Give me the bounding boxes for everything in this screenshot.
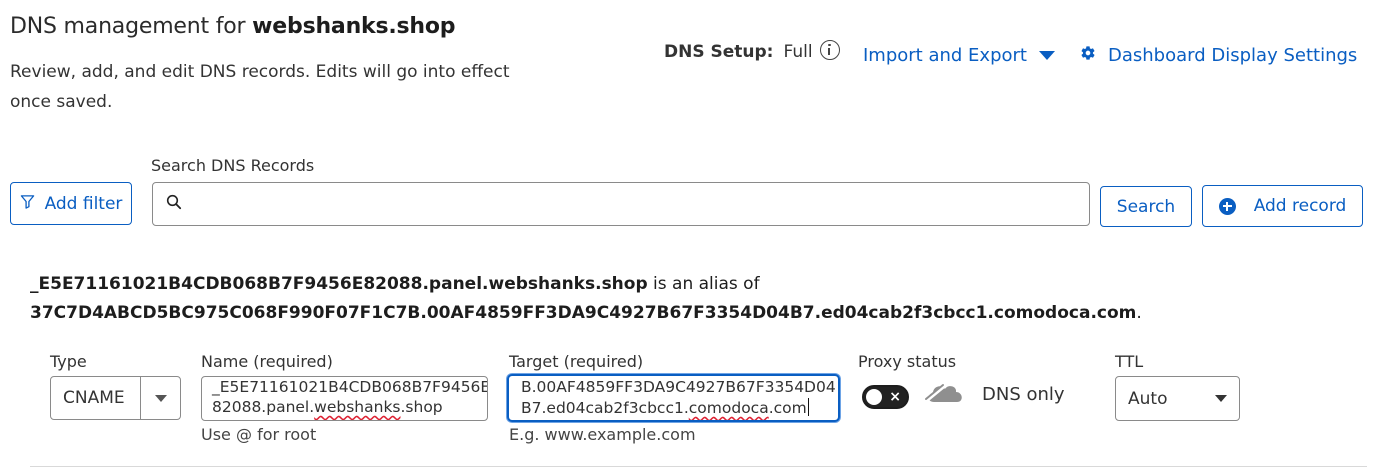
name-label: Name (required) [201, 352, 333, 371]
search-label: Search DNS Records [151, 156, 315, 175]
chevron-down-icon [154, 394, 167, 402]
page-title: DNS management for webshanks.shop [10, 14, 456, 39]
add-filter-button[interactable]: Add filter [10, 182, 132, 225]
target-value-line-2-post: .com [768, 399, 807, 417]
filter-icon [20, 194, 35, 214]
spellcheck-underline: webshanks [314, 398, 401, 416]
page-title-prefix: DNS management for [10, 14, 253, 39]
ttl-label: TTL [1115, 352, 1144, 371]
ttl-select[interactable]: Auto [1115, 376, 1240, 421]
search-button[interactable]: Search [1100, 186, 1192, 227]
import-export-dropdown[interactable]: Import and Export [863, 45, 1055, 66]
name-value-line-2: 82088.panel.webshanks.shop [212, 397, 477, 417]
divider [30, 466, 1367, 467]
close-icon: × [889, 389, 901, 405]
target-value-line-2-pre: B7.ed04cab2f3cbcc1. [521, 399, 689, 417]
page-title-domain: webshanks.shop [252, 14, 456, 39]
add-filter-label: Add filter [44, 193, 123, 214]
dns-setup-value: Full [783, 42, 813, 62]
search-box[interactable] [152, 182, 1090, 226]
chevron-down-icon [1215, 395, 1227, 402]
dashboard-display-settings-link[interactable]: Dashboard Display Settings [1080, 45, 1357, 66]
dns-setup: DNS Setup: Full [664, 40, 840, 62]
page-description: Review, add, and edit DNS records. Edits… [10, 62, 510, 112]
name-value-line-1: _E5E71161021B4CDB068B7F9456E [212, 378, 488, 396]
plus-circle-icon [1218, 197, 1236, 215]
ttl-value: Auto [1128, 388, 1168, 409]
toggle-knob [866, 389, 882, 405]
search-icon [166, 194, 182, 214]
target-input[interactable]: B.00AF4859FF3DA9C4927B67F3354D04 B7.ed04… [507, 374, 840, 422]
alias-end-text: . [1136, 303, 1142, 323]
proxy-status-text: DNS only [982, 384, 1065, 405]
alias-target: 37C7D4ABCD5BC975C068F990F07F1C7B.00AF485… [30, 303, 1137, 323]
text-cursor [807, 398, 809, 416]
type-label: Type [50, 352, 87, 371]
gear-icon [1080, 45, 1096, 66]
caret-down-icon [1038, 51, 1055, 60]
dashboard-settings-label: Dashboard Display Settings [1108, 45, 1358, 66]
search-input[interactable] [190, 184, 1089, 224]
alias-mid-text: is an alias of [647, 274, 760, 294]
target-label: Target (required) [509, 352, 644, 371]
name-value-line-2-pre: 82088.panel. [212, 398, 315, 416]
name-input[interactable]: _E5E71161021B4CDB068B7F9456E 82088.panel… [201, 376, 488, 421]
alias-record-name: _E5E71161021B4CDB068B7F9456E82088.panel.… [30, 274, 648, 294]
info-icon[interactable] [819, 40, 840, 60]
dns-setup-label: DNS Setup: [664, 42, 774, 62]
type-dropdown-toggle[interactable] [140, 377, 180, 419]
name-value-line-2-post: .shop [400, 398, 443, 416]
import-export-label: Import and Export [863, 45, 1027, 66]
alias-statement: _E5E71161021B4CDB068B7F9456E82088.panel.… [30, 274, 760, 294]
spellcheck-underline: comodoca [688, 399, 769, 417]
alias-target-line: 37C7D4ABCD5BC975C068F990F07F1C7B.00AF485… [30, 303, 1142, 323]
target-value-line-2: B7.ed04cab2f3cbcc1.comodoca.com [521, 398, 826, 419]
type-value: CNAME [63, 388, 125, 408]
cloud-off-icon [924, 378, 966, 412]
target-value-line-1: B.00AF4859FF3DA9C4927B67F3354D04 [521, 378, 836, 396]
add-record-button[interactable]: Add record [1202, 185, 1363, 227]
name-hint: Use @ for root [201, 425, 317, 444]
proxy-toggle[interactable]: × [862, 385, 909, 409]
target-hint: E.g. www.example.com [509, 425, 696, 444]
add-record-label: Add record [1253, 196, 1347, 216]
type-select[interactable]: CNAME [50, 376, 181, 420]
proxy-status-label: Proxy status [858, 352, 957, 371]
